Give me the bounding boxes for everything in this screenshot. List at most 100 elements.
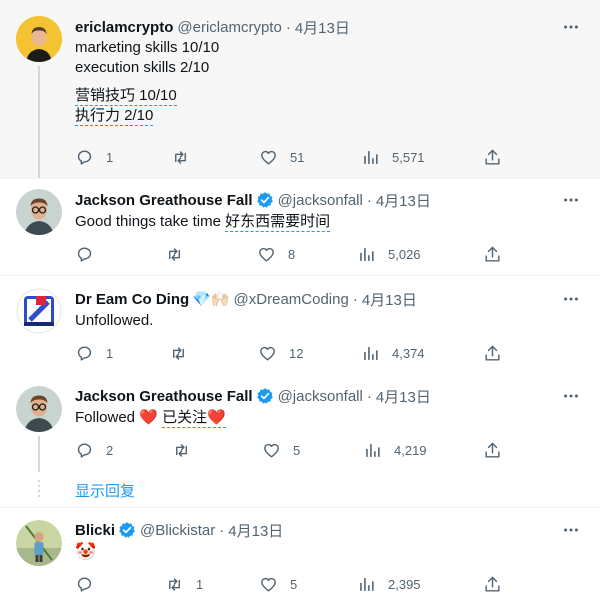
action-bar: 8 5,026 — [75, 244, 505, 264]
tweet-line: execution skills 2/10 — [75, 59, 210, 76]
reply-button[interactable]: 2 — [75, 440, 113, 460]
more-icon[interactable] — [560, 189, 582, 211]
share-icon — [485, 345, 500, 361]
tweet-xdreamcoding[interactable]: Dr Eam Co Ding 💎🙌🏻 @xDreamCoding · 4月13日… — [0, 276, 600, 374]
more-icon[interactable] — [560, 288, 582, 310]
like-count: 8 — [288, 246, 296, 262]
avatar[interactable] — [16, 386, 62, 432]
tweet-text-content: Good things take time — [75, 213, 226, 230]
views-button[interactable]: 2,395 — [357, 574, 421, 594]
tweet-date[interactable]: 4月13日 — [376, 190, 431, 211]
tweet-date[interactable]: 4月13日 — [362, 289, 417, 310]
share-button[interactable] — [483, 574, 502, 594]
like-count: 5 — [290, 576, 298, 592]
tweet-date[interactable]: 4月13日 — [228, 520, 283, 541]
like-button[interactable]: 12 — [258, 343, 303, 363]
like-count: 5 — [293, 442, 301, 458]
like-count: 12 — [289, 345, 304, 361]
reply-button[interactable] — [75, 574, 106, 594]
tweet-date[interactable]: 4月13日 — [376, 386, 431, 407]
tweet-header: Jackson Greathouse Fall @jacksonfall · 4… — [75, 385, 431, 407]
show-replies-link[interactable]: 显示回复 — [75, 480, 135, 501]
retweet-icon — [169, 577, 180, 591]
reply-icon — [77, 576, 92, 592]
verified-icon — [119, 522, 135, 538]
like-icon — [264, 443, 279, 458]
thread-line — [38, 66, 40, 178]
share-icon — [485, 246, 500, 262]
user-handle[interactable]: @jacksonfall — [278, 388, 363, 405]
tweet-text: Good things take time 好东西需要时间 — [75, 212, 331, 232]
display-name[interactable]: Dr Eam Co Ding — [75, 291, 189, 308]
display-name[interactable]: ericlamcrypto — [75, 19, 173, 36]
user-handle[interactable]: @ericlamcrypto — [177, 19, 281, 36]
retweet-icon — [176, 443, 187, 457]
user-handle[interactable]: @xDreamCoding — [234, 291, 349, 308]
like-button[interactable]: 5 — [262, 440, 300, 460]
views-button[interactable]: 4,219 — [363, 440, 427, 460]
like-button[interactable]: 8 — [257, 244, 295, 264]
reply-icon — [77, 345, 92, 361]
like-button[interactable]: 5 — [259, 574, 297, 594]
more-icon[interactable] — [560, 519, 582, 541]
share-button[interactable] — [483, 244, 502, 264]
translation-label: 已关注 — [162, 409, 208, 426]
tweet-text: Unfollowed. — [75, 312, 154, 329]
tweet-blicki[interactable]: Blicki @Blickistar · 4月13日 🤡 1 5 2,395 — [0, 508, 600, 608]
views-button[interactable]: 5,571 — [361, 147, 425, 167]
reply-icon — [77, 442, 92, 458]
separator-dot: · — [219, 521, 225, 539]
reply-button[interactable]: 1 — [75, 147, 113, 167]
retweet-button[interactable] — [165, 244, 196, 264]
view-count: 2,395 — [388, 576, 421, 592]
tweet-date[interactable]: 4月13日 — [295, 17, 350, 38]
display-name[interactable]: Blicki — [75, 522, 115, 539]
views-icon — [360, 577, 374, 591]
avatar[interactable] — [16, 189, 62, 235]
views-icon — [364, 150, 378, 164]
retweet-button[interactable] — [171, 147, 202, 167]
view-count: 4,374 — [392, 345, 425, 361]
reply-button[interactable] — [75, 244, 106, 264]
views-button[interactable]: 4,374 — [361, 343, 425, 363]
view-count: 5,571 — [392, 149, 425, 165]
avatar[interactable] — [16, 520, 62, 566]
reply-icon — [77, 246, 92, 262]
user-handle[interactable]: @Blickistar — [140, 522, 215, 539]
retweet-button[interactable] — [169, 343, 200, 363]
avatar[interactable] — [16, 288, 62, 334]
reply-icon — [77, 149, 92, 165]
more-icon[interactable] — [560, 385, 582, 407]
separator-dot: · — [366, 191, 372, 209]
display-name[interactable]: Jackson Greathouse Fall — [75, 192, 253, 209]
display-name[interactable]: Jackson Greathouse Fall — [75, 388, 253, 405]
more-icon[interactable] — [560, 16, 582, 38]
retweet-icon — [169, 247, 180, 261]
tweet-ericlamcrypto[interactable]: ericlamcrypto @ericlamcrypto · 4月13日 mar… — [0, 0, 600, 178]
retweet-icon — [173, 346, 184, 360]
tweet-jacksonfall[interactable]: Jackson Greathouse Fall @jacksonfall · 4… — [0, 179, 600, 275]
share-button[interactable] — [483, 440, 502, 460]
tweet-header: Jackson Greathouse Fall @jacksonfall · 4… — [75, 189, 431, 211]
tweet-header: Blicki @Blickistar · 4月13日 — [75, 519, 283, 541]
retweet-button[interactable] — [172, 440, 203, 460]
view-count: 4,219 — [394, 442, 427, 458]
reply-button[interactable]: 1 — [75, 343, 113, 363]
views-button[interactable]: 5,026 — [357, 244, 421, 264]
like-icon — [259, 247, 274, 262]
retweet-button[interactable]: 1 — [165, 574, 203, 594]
tweet-line: marketing skills 10/10 — [75, 39, 220, 56]
retweet-count: 1 — [196, 576, 204, 592]
like-button[interactable]: 51 — [259, 147, 304, 167]
like-icon — [261, 577, 276, 592]
tweet-header: ericlamcrypto @ericlamcrypto · 4月13日 — [75, 16, 350, 38]
share-button[interactable] — [483, 343, 502, 363]
reply-count: 1 — [106, 345, 114, 361]
tweet-translation: 营销技巧 10/10 执行力 2/10 — [75, 86, 177, 126]
user-handle[interactable]: @jacksonfall — [278, 192, 363, 209]
separator-dot: · — [352, 290, 358, 308]
heart-emoji: ❤️ — [207, 409, 226, 426]
share-button[interactable] — [483, 147, 502, 167]
translation-text: 好东西需要时间 — [225, 213, 331, 232]
avatar[interactable] — [16, 16, 62, 62]
